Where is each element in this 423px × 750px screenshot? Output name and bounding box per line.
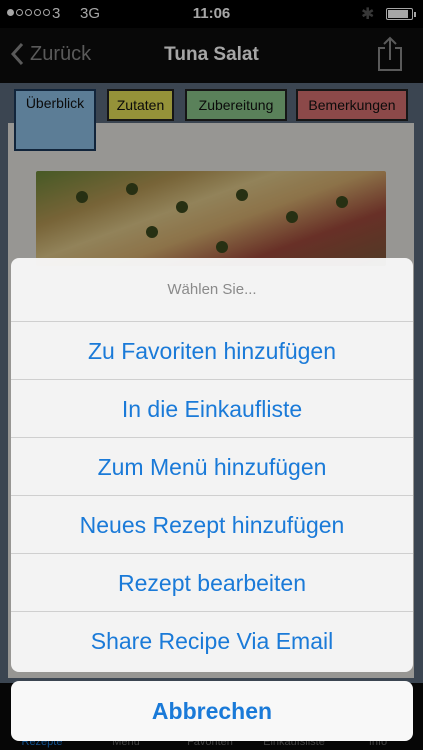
action-sheet-title: Wählen Sie... (11, 258, 413, 322)
edit-recipe-button[interactable]: Rezept bearbeiten (11, 554, 413, 612)
add-to-shopping-list-button[interactable]: In die Einkaufliste (11, 380, 413, 438)
add-to-favorites-button[interactable]: Zu Favoriten hinzufügen (11, 322, 413, 380)
cancel-button[interactable]: Abbrechen (11, 681, 413, 741)
new-recipe-button[interactable]: Neues Rezept hinzufügen (11, 496, 413, 554)
action-sheet: Wählen Sie... Zu Favoriten hinzufügen In… (11, 258, 413, 672)
share-via-email-button[interactable]: Share Recipe Via Email (11, 612, 413, 670)
add-to-menu-button[interactable]: Zum Menü hinzufügen (11, 438, 413, 496)
